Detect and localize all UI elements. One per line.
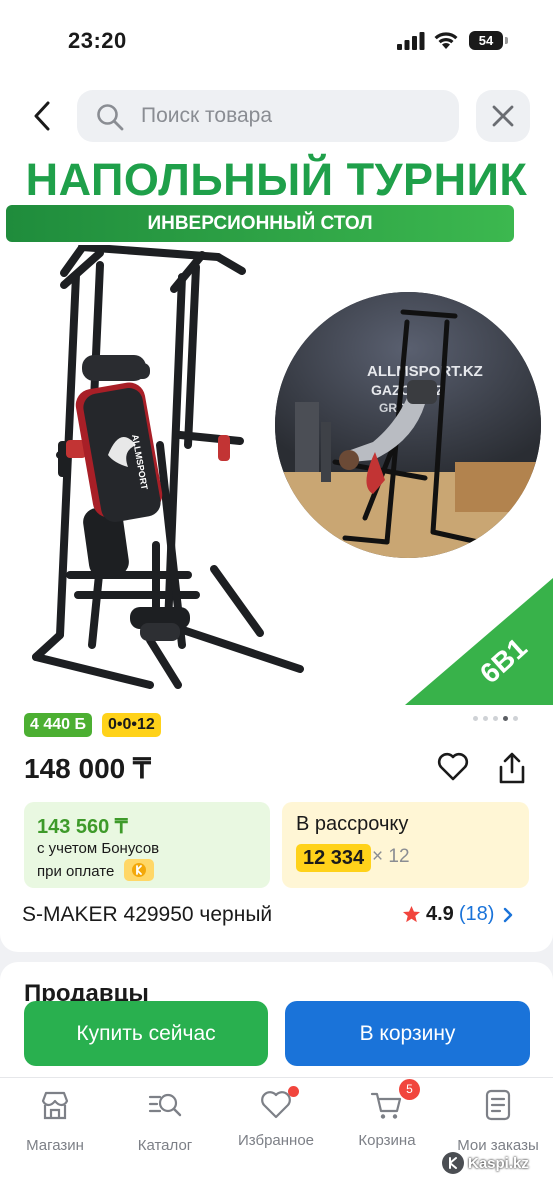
battery-tip: [505, 37, 508, 44]
bonus-price-amount: 143 560 ₸: [37, 816, 128, 838]
installment-box[interactable]: В рассрочку 12 334 × 12: [282, 802, 529, 888]
promo-title: НАПОЛЬНЫЙ ТУРНИК: [25, 154, 528, 205]
watermark-text: Kaspi.kz: [468, 1154, 529, 1172]
orders-icon: [485, 1089, 511, 1121]
power-tower-image: ALLMSPORT: [32, 245, 304, 689]
cellular-signal-icon: [397, 32, 425, 50]
pagination-dot: [513, 716, 518, 721]
kaspi-gold-icon: [124, 859, 154, 881]
product-name: S-MAKER 429950 черный: [22, 903, 273, 926]
product-gallery[interactable]: НАПОЛЬНЫЙ ТУРНИК ИНВЕРСИОННЫЙ СТОЛ ALLMS…: [0, 150, 553, 705]
usage-photo: ALLMSPORT.KZ GAZON.KZ GROUP: [275, 292, 541, 558]
status-bar: 23:20 54: [0, 0, 553, 80]
search-field[interactable]: [77, 90, 459, 142]
tab-store[interactable]: Магазин: [0, 1088, 110, 1158]
store-icon: [41, 1091, 69, 1120]
bonus-price-box[interactable]: 143 560 ₸ с учетом Бонусов при оплате: [24, 802, 270, 888]
wifi-icon: [434, 32, 458, 49]
bottom-tab-bar: Магазин Каталог Избранное 5 Корзина Мои …: [0, 1077, 553, 1200]
gallery-pagination: [473, 716, 518, 721]
battery-indicator: 54: [469, 31, 503, 50]
close-button[interactable]: [476, 90, 530, 142]
buy-now-button[interactable]: Купить сейчас: [24, 1001, 268, 1066]
action-buttons: Купить сейчас В корзину: [0, 1000, 553, 1070]
installment-title: В рассрочку: [296, 813, 409, 835]
catalog-icon: [148, 1093, 182, 1117]
product-screen: 23:20 54 Поиск товара НАПОЛЬНЫЙ ТУРНИК И…: [0, 0, 553, 1200]
chevron-right-icon: [504, 907, 513, 922]
tab-orders[interactable]: Мои заказы: [443, 1088, 553, 1158]
photo-sign-line-1: ALLMSPORT.KZ: [367, 363, 483, 380]
kaspi-logo-icon: [442, 1152, 464, 1174]
tab-favorites-label: Избранное: [237, 1132, 315, 1149]
tab-favorites[interactable]: Избранное: [221, 1086, 331, 1158]
add-to-cart-button[interactable]: В корзину: [285, 1001, 530, 1066]
favorites-notification-dot: [288, 1086, 299, 1097]
pagination-dot: [473, 716, 478, 721]
product-card: НАПОЛЬНЫЙ ТУРНИК ИНВЕРСИОННЫЙ СТОЛ ALLMS…: [0, 150, 553, 952]
kaspi-watermark: Kaspi.kz: [442, 1152, 529, 1174]
star-icon: [402, 905, 421, 923]
pagination-dot: [483, 716, 488, 721]
bonus-price-condition: при оплате: [37, 863, 115, 880]
installment-monthly-amount: 12 334: [296, 844, 372, 872]
share-icon[interactable]: [495, 750, 529, 786]
heart-icon-wrap: [259, 1086, 299, 1122]
chevron-left-icon: [34, 101, 50, 131]
search-header: [0, 80, 553, 150]
installment-months: × 12: [372, 846, 410, 867]
rating-value: 4.9: [426, 903, 454, 925]
back-button[interactable]: [22, 94, 62, 138]
close-icon: [492, 105, 514, 127]
search-icon: [97, 104, 124, 131]
search-input[interactable]: [141, 90, 441, 142]
tab-cart[interactable]: 5 Корзина: [332, 1079, 442, 1158]
favorite-heart-icon[interactable]: [436, 750, 470, 784]
promo-subtitle: ИНВЕРСИОННЫЙ СТОЛ: [6, 205, 514, 242]
credit-badge: 0•0•12: [102, 713, 161, 737]
review-count: (18): [458, 903, 495, 925]
pagination-dot: [493, 716, 498, 721]
cart-icon-wrap: 5: [370, 1079, 420, 1122]
tab-cart-label: Корзина: [358, 1132, 416, 1149]
tab-catalog[interactable]: Каталог: [110, 1088, 220, 1158]
pagination-dot-active: [503, 716, 508, 721]
cart-count-badge: 5: [399, 1079, 420, 1100]
rating-link[interactable]: 4.9 (18): [402, 903, 513, 926]
bundle-ribbon: [405, 578, 553, 705]
status-time: 23:20: [68, 28, 127, 53]
tab-store-label: Магазин: [26, 1137, 84, 1154]
bonus-price-note: с учетом Бонусов: [37, 840, 160, 857]
bonus-badge: 4 440 Б: [24, 713, 92, 737]
product-price: 148 000 ₸: [24, 753, 151, 784]
tab-catalog-label: Каталог: [137, 1137, 193, 1154]
